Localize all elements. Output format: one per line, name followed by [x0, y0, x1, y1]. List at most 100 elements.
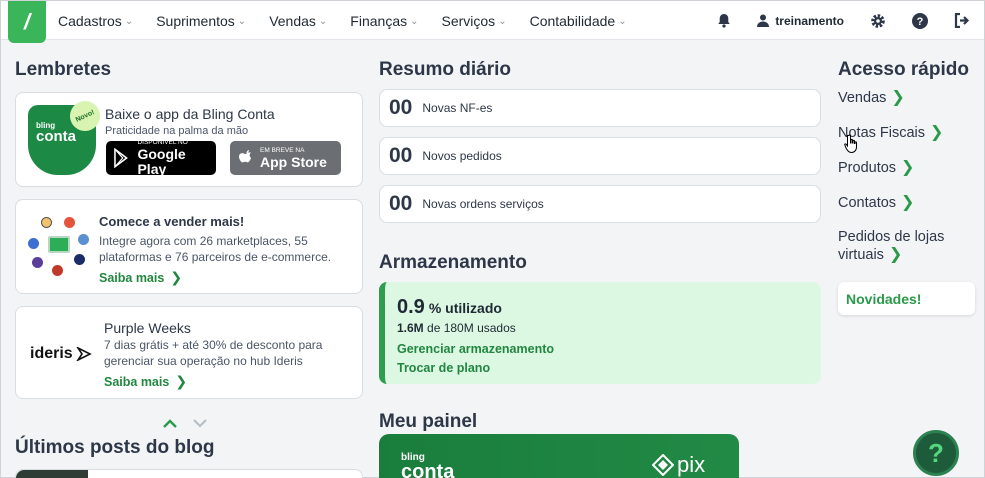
app-card-title: Baixe o app da Bling Conta [105, 106, 275, 122]
quick-pedidos-lojas[interactable]: Pedidos de lojas virtuais ❯ [838, 229, 973, 264]
resumo-ordens-card[interactable]: 00 Novas ordens serviços [379, 185, 821, 223]
pix-icon [652, 454, 674, 476]
ideris-card-text: 7 dias grátis + até 30% de desconto para… [104, 338, 323, 368]
pix-logo: pix [652, 452, 705, 478]
nav-cadastros[interactable]: Cadastros ⌄ [58, 13, 133, 29]
nav-contabilidade[interactable]: Contabilidade ⌄ [530, 13, 627, 29]
ideris-card-saiba-mais-link[interactable]: Saiba mais ❯ [104, 373, 187, 390]
quick-link-label: Contatos [838, 195, 897, 211]
lembretes-title: Lembretes [15, 59, 112, 80]
painel-title: Meu painel [379, 411, 478, 432]
resumo-count: 00 [389, 96, 413, 119]
resumo-label: Novos pedidos [422, 149, 502, 163]
nav-vendas[interactable]: Vendas ⌄ [269, 13, 327, 29]
resumo-count: 00 [389, 144, 413, 167]
svg-text:?: ? [917, 16, 924, 28]
logout-icon [954, 13, 970, 28]
app-card-subtitle: Praticidade na palma da mão [105, 125, 249, 137]
change-plan-link[interactable]: Trocar de plano [397, 361, 821, 375]
sell-card-text: Integre agora com 26 marketplaces, 55 pl… [99, 234, 332, 264]
phone-brand-big: conta [36, 128, 77, 145]
ideris-card-title: Purple Weeks [104, 320, 191, 336]
chevron-right-icon: ❯ [901, 194, 915, 211]
link-label: Saiba mais [104, 374, 170, 389]
ideris-logo-text: ideris [30, 345, 73, 362]
nav-financas[interactable]: Finanças ⌄ [350, 13, 418, 29]
google-play-big-text: Google Play [137, 146, 186, 177]
banner-brand-big: conta [401, 461, 455, 478]
bell-icon [718, 14, 731, 28]
user-menu[interactable]: treinamento [757, 14, 844, 28]
settings-button[interactable] [870, 13, 886, 29]
acesso-rapido-title: Acesso rápido [838, 59, 969, 80]
resumo-pedidos-card[interactable]: 00 Novos pedidos [379, 137, 821, 175]
header-tools: treinamento ? [691, 1, 970, 40]
quick-link-label: Vendas [838, 90, 887, 106]
quick-produtos[interactable]: Produtos ❯ [838, 159, 914, 177]
storage-usage: 1.6M de 180M usados [397, 321, 821, 335]
logo-mark-icon: / [23, 9, 31, 34]
chevron-right-icon: ❯ [175, 373, 188, 389]
notifications-button[interactable] [717, 13, 731, 28]
ideris-logo: ideris [30, 345, 92, 363]
chevron-down-icon: ⌄ [124, 16, 134, 27]
apple-icon [239, 149, 251, 162]
storage-used: 1.6M [397, 321, 424, 335]
resumo-label: Novas ordens serviços [422, 197, 544, 211]
resumo-count: 00 [389, 192, 413, 215]
storage-total: de 180M usados [427, 321, 516, 335]
hand-cursor-icon [844, 134, 857, 154]
gear-icon [871, 13, 885, 28]
storage-percent: 0.9 [397, 296, 425, 318]
nav-suprimentos[interactable]: Suprimentos ⌄ [156, 13, 246, 29]
pix-text: pix [677, 452, 706, 477]
resumo-nfes-card[interactable]: 00 Novas NF-es [379, 89, 821, 127]
carousel-up-button[interactable] [163, 415, 177, 433]
bling-conta-pix-banner[interactable]: bling conta pix [379, 434, 739, 478]
nav-label: Contabilidade [529, 12, 616, 29]
chevron-down-icon: ⌄ [237, 16, 247, 27]
question-mark-icon: ? [928, 437, 944, 468]
sell-more-card: Comece a vender mais! Integre agora com … [15, 199, 363, 294]
storage-percent-label: % utilizado [428, 300, 502, 316]
novidades-button[interactable]: Novidades! [838, 282, 975, 315]
ideris-card: ideris Purple Weeks 7 dias grátis + até … [15, 306, 363, 399]
chevron-up-icon [163, 419, 177, 428]
nav-label: Finanças [350, 12, 408, 29]
help-button[interactable]: ? [912, 12, 928, 29]
google-play-icon [114, 148, 128, 168]
nav-label: Cadastros [58, 12, 122, 29]
blog-post-card[interactable] [15, 469, 363, 478]
carousel-down-button[interactable] [193, 415, 207, 433]
chevron-down-icon: ⌄ [498, 16, 507, 27]
nav-label: Suprimentos [156, 12, 235, 29]
quick-link-label: Produtos [838, 160, 897, 176]
resumo-title: Resumo diário [379, 59, 511, 80]
armazenamento-title: Armazenamento [379, 252, 527, 273]
link-label: Saiba mais [99, 270, 165, 285]
quick-vendas[interactable]: Vendas ❯ [838, 89, 905, 107]
top-navbar: / Cadastros ⌄ Suprimentos ⌄ Vendas ⌄ Finanç… [1, 1, 984, 43]
username: treinamento [775, 13, 844, 28]
google-play-button[interactable]: DISPONÍVEL NO Google Play [106, 139, 216, 177]
sell-card-saiba-mais-link[interactable]: Saiba mais ❯ [99, 269, 182, 286]
resumo-label: Novas NF-es [422, 101, 493, 115]
ideris-arrow-icon [76, 347, 92, 361]
chevron-down-icon: ⌄ [618, 16, 627, 27]
chevron-right-icon: ❯ [891, 89, 905, 106]
sell-card-title: Comece a vender mais! [99, 214, 245, 229]
quick-contatos[interactable]: Contatos ❯ [838, 194, 914, 212]
user-icon [757, 14, 770, 27]
blog-post-thumbnail [16, 470, 88, 478]
bling-logo[interactable]: / [8, 1, 46, 43]
storage-card: 0.9% utilizado 1.6M de 180M usados Geren… [379, 282, 821, 384]
app-store-button[interactable]: EM BREVE NA App Store [230, 141, 341, 175]
main-nav: Cadastros ⌄ Suprimentos ⌄ Vendas ⌄ Finanças… [58, 1, 650, 40]
chevron-down-icon [193, 419, 207, 428]
logout-button[interactable] [954, 13, 970, 28]
manage-storage-link[interactable]: Gerenciar armazenamento [397, 342, 821, 356]
app-store-big-text: App Store [260, 153, 327, 170]
blog-title: Últimos posts do blog [15, 437, 215, 458]
help-fab-button[interactable]: ? [913, 430, 959, 476]
nav-servicos[interactable]: Serviços ⌄ [442, 13, 507, 29]
